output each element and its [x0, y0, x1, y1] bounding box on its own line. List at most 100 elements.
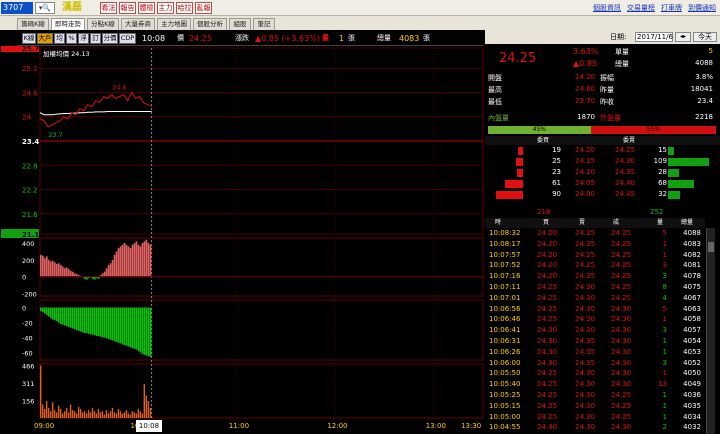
tick-cell-4-5: 4078: [683, 272, 701, 281]
intraday-chart[interactable]: 25.7 25.2 24.6 24 23.4 22.8 22.2 21.6 21.1 加權均價 2…: [0, 46, 485, 420]
vol-bar-9: [57, 405, 60, 418]
tick-cell-9-4: 3: [662, 326, 667, 335]
tick-cell-13-0: 10:05:50: [489, 369, 521, 378]
big-bar-47: [133, 243, 136, 278]
vol-bar-33: [105, 410, 108, 418]
quote-value2-2: 23.4: [697, 97, 713, 105]
big-bar-14: [67, 269, 70, 278]
big-bar-2: [43, 258, 46, 278]
tick-head-3: 成: [613, 219, 620, 226]
tick-cell-13-1: 24.25: [537, 369, 558, 378]
big-bar-1: [41, 255, 44, 278]
chart-button-6[interactable]: 分價: [102, 33, 118, 44]
book-sp-3: 24.40: [614, 179, 635, 187]
big-bar-9: [57, 263, 60, 278]
net-bar-18: [75, 307, 78, 330]
price-change: ▲0.85: [573, 59, 597, 68]
book-row-4: 90 24.00 24.45 32: [485, 190, 720, 201]
single-value: 5: [708, 47, 713, 55]
big-bar-38: [115, 251, 118, 278]
toolbar-button-4[interactable]: 哈拉: [176, 2, 193, 14]
tab-2[interactable]: 分點K線: [87, 18, 119, 30]
time-axis: 09:00 10 11:00 12:00 13:00 13:30: [17, 420, 483, 434]
tick-scrollbar[interactable]: [706, 228, 715, 434]
tick-cell-5-2: 24.30: [575, 283, 596, 291]
tick-cell-18-1: 24.30: [537, 423, 558, 432]
vol-bar-44: [127, 413, 130, 418]
chart-button-3[interactable]: %: [66, 33, 77, 44]
net-bar-40: [119, 307, 122, 344]
top-link-1[interactable]: 交易量榜: [627, 4, 655, 12]
net-bar-25: [89, 307, 92, 335]
tick-cell-4-1: 24.20: [537, 272, 558, 281]
toolbar-button-3[interactable]: 主力: [157, 2, 174, 14]
toolbar-button-0[interactable]: 看法: [100, 2, 117, 14]
avg-label: 加權均價 24.13: [43, 49, 90, 58]
tab-1[interactable]: 即時走勢: [51, 18, 85, 30]
net-bar-55: [149, 307, 152, 357]
buy-bar-4: [496, 191, 523, 199]
tick-cell-7-4: 5: [662, 304, 667, 313]
chart-button-5[interactable]: 訂: [90, 33, 101, 44]
tick-cell-7-3: 24.30: [611, 304, 632, 313]
book-bv-4: 90: [552, 190, 561, 198]
scroll-thumb[interactable]: [708, 242, 714, 252]
vol-bar-11: [61, 413, 64, 418]
tick-cell-6-5: 4067: [683, 293, 701, 302]
tick-row-13: 10:05:50 24.25 24.30 24.30 1 4050: [485, 368, 705, 378]
vol-bar-5: [49, 411, 52, 418]
tick-cell-16-1: 24.25: [537, 401, 558, 410]
book-bv-0: 19: [552, 146, 561, 154]
tab-4[interactable]: 主力地圖: [157, 18, 191, 30]
net-bar-52: [143, 307, 146, 355]
vol-bar-12: [63, 411, 66, 418]
tab-7[interactable]: 筆記: [253, 18, 275, 30]
book-sp-1: 24.30: [614, 157, 635, 165]
tick-cell-11-4: 1: [662, 347, 667, 356]
top-link-3[interactable]: 到價通知: [688, 4, 716, 12]
sell-bar-3: [668, 180, 694, 188]
today-button[interactable]: 今天: [693, 32, 717, 42]
price-tick-3: 24: [22, 114, 31, 122]
top-link-2[interactable]: 打車牌: [661, 4, 682, 12]
price-tick-7: 21.6: [22, 211, 38, 219]
tick-header: 時 買 賣 成 量 總量: [485, 218, 705, 228]
tab-0[interactable]: 籌碼K線: [17, 18, 49, 30]
vol-bar-35: [109, 411, 112, 418]
tick-list[interactable]: 10:08:32 24.20 24.25 24.25 5 4088 10:08:17 24.2…: [485, 228, 705, 434]
toolbar-button-1[interactable]: 報告: [119, 2, 136, 14]
vol-bar-3: [45, 401, 48, 418]
date-stepper[interactable]: ◂▸: [675, 32, 691, 42]
date-input[interactable]: 2017/11/6: [635, 32, 673, 42]
tab-5[interactable]: 個股分析: [193, 18, 227, 30]
search-icon[interactable]: ▾🔍: [35, 2, 55, 14]
top-link-0[interactable]: 個股資訊: [593, 4, 621, 12]
big-bar-6: [51, 260, 54, 278]
tick-cell-8-3: 24.30: [611, 315, 632, 324]
chart-button-1[interactable]: 大戶: [37, 33, 53, 44]
buy-bar-1: [516, 158, 523, 166]
tab-6[interactable]: 組股: [229, 18, 251, 30]
big-bar-51: [141, 243, 144, 278]
vol-bar-13: [65, 407, 68, 418]
big-bar-41: [121, 244, 124, 278]
tick-cell-9-1: 24.30: [537, 326, 558, 335]
stock-code-input[interactable]: 3707: [1, 2, 33, 14]
time-tick-0: 09:00: [34, 422, 55, 430]
big-bar-8: [55, 264, 58, 278]
toolbar-button-5[interactable]: 亂報: [195, 2, 212, 14]
tick-cell-8-5: 4058: [683, 315, 701, 324]
chart-button-4[interactable]: 浮: [78, 33, 89, 44]
chart-button-7[interactable]: CDP: [119, 33, 136, 44]
chart-button-0[interactable]: K線: [22, 33, 36, 44]
tick-row-12: 10:06:00 24.30 24.35 24.30 3 4052: [485, 358, 705, 368]
quote-value-2: 23.70: [574, 97, 595, 105]
tab-3[interactable]: 大量券商: [121, 18, 155, 30]
chart-button-2[interactable]: 均: [54, 33, 65, 44]
toolbar-button-2[interactable]: 體檢: [138, 2, 155, 14]
price-value: 24.25: [189, 34, 212, 43]
total-value: 4083: [399, 34, 420, 43]
net-bar-33: [105, 307, 108, 339]
tick-cell-4-0: 10:07:16: [489, 272, 521, 281]
quote-panel: 日期: 2017/11/6 ◂▸ 今天 24.25 3.63% ▲0.85 單量…: [485, 30, 720, 434]
